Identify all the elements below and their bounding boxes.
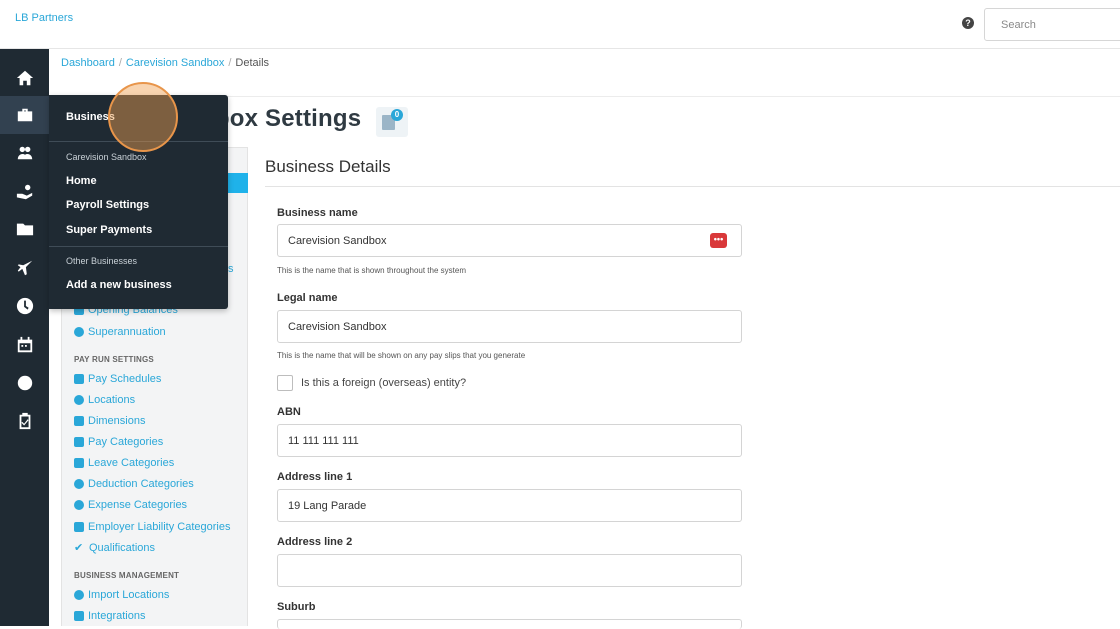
nav-active-indicator [228,173,248,193]
password-manager-icon[interactable]: ••• [710,233,727,248]
rail-pay-runs[interactable] [0,364,49,402]
divider [49,246,228,247]
address1-field[interactable] [277,489,742,522]
abn-label: ABN [277,406,301,418]
globe-icon [74,395,84,405]
calendar-icon [74,374,84,384]
nav-pay-categories[interactable]: Pay Categories [74,436,163,448]
hand-coin-icon [16,184,32,200]
nav-expense-categories[interactable]: Expense Categories [74,499,187,511]
section-title: Business Details [265,157,391,176]
clipboard-check-icon [19,412,30,430]
money-icon [17,375,32,391]
menu-item-add-business[interactable]: Add a new business [66,279,172,291]
integrations-icon [74,611,84,621]
suburb-label: Suburb [277,601,316,613]
top-bar: LB Partners ? [0,0,1120,49]
plane-icon [17,260,32,276]
suburb-field[interactable] [277,619,742,629]
breadcrumb-separator: / [118,57,122,69]
home-icon [16,70,33,86]
nav-pay-schedules[interactable]: Pay Schedules [74,373,161,385]
foreign-entity-checkbox[interactable] [277,375,293,391]
people-icon [17,146,32,160]
rail-calendar[interactable] [0,326,49,364]
nav-section-pay-run: PAY RUN SETTINGS [74,355,154,364]
rail-business[interactable] [0,96,49,134]
nav-leave-categories[interactable]: Leave Categories [74,457,174,469]
nav-locations[interactable]: Locations [74,394,135,406]
divider [265,186,1120,187]
legal-name-help: This is the name that will be shown on a… [277,351,526,360]
nav-integrations[interactable]: Integrations [74,610,145,622]
plane-icon [74,458,84,468]
search-input[interactable] [984,8,1120,41]
map-pin-icon [74,590,84,600]
breadcrumb: Dashboard / Carevision Sandbox / Details [61,57,269,69]
breadcrumb-separator: / [228,57,232,69]
documents-button[interactable]: 0 [376,107,408,137]
address2-field[interactable] [277,554,742,587]
nav-import-locations[interactable]: Import Locations [74,589,169,601]
other-businesses-label: Other Businesses [66,256,138,266]
click-indicator [108,82,178,152]
business-name-field[interactable] [277,224,742,257]
chart-icon [74,416,84,426]
nav-deduction-categories[interactable]: Deduction Categories [74,478,194,490]
business-name-help: This is the name that is shown throughou… [277,266,466,275]
question-circle-icon[interactable]: ? [962,17,974,29]
clock-icon [16,297,33,315]
nav-section-business-mgmt: BUSINESS MANAGEMENT [74,571,180,580]
nav-superannuation[interactable]: Superannuation [74,326,166,338]
current-business-label: Carevision Sandbox [66,152,147,162]
rail-leave[interactable] [0,249,49,287]
breadcrumb-current: Details [235,57,270,69]
folder-icon [16,223,33,236]
menu-item-super-payments[interactable]: Super Payments [66,224,152,236]
breadcrumb-dashboard[interactable]: Dashboard [61,57,115,69]
menu-item-home[interactable]: Home [66,175,97,187]
rail-employees[interactable] [0,134,49,172]
nav-employer-liability[interactable]: Employer Liability Categories [74,521,230,533]
globe-icon [74,327,84,337]
breadcrumb-business[interactable]: Carevision Sandbox [126,57,224,69]
rail-documents[interactable] [0,210,49,248]
menu-item-payroll-settings[interactable]: Payroll Settings [66,199,149,211]
minus-circle-icon [74,479,84,489]
rail-home[interactable] [0,59,49,97]
icon-rail [0,49,49,626]
check-icon: ✔ [74,542,84,554]
foreign-entity-label: Is this a foreign (overseas) entity? [301,377,467,389]
document-count-badge: 0 [391,109,403,121]
nav-qualifications[interactable]: ✔ Qualifications [74,542,155,554]
money-icon [74,437,84,447]
address2-label: Address line 2 [277,536,353,548]
org-name-link[interactable]: LB Partners [15,12,73,24]
briefcase-icon [17,108,32,122]
address1-label: Address line 1 [277,471,353,483]
calendar-icon [17,336,32,353]
rail-payments[interactable] [0,173,49,211]
factory-icon [74,522,84,532]
business-name-label: Business name [277,207,358,219]
abn-field[interactable] [277,424,742,457]
legal-name-label: Legal name [277,292,338,304]
rail-tasks[interactable] [0,402,49,440]
dollar-circle-icon [74,500,84,510]
nav-dimensions[interactable]: Dimensions [74,415,145,427]
rail-timesheets[interactable] [0,287,49,325]
nav-item-partial[interactable]: s [228,263,234,275]
legal-name-field[interactable] [277,310,742,343]
